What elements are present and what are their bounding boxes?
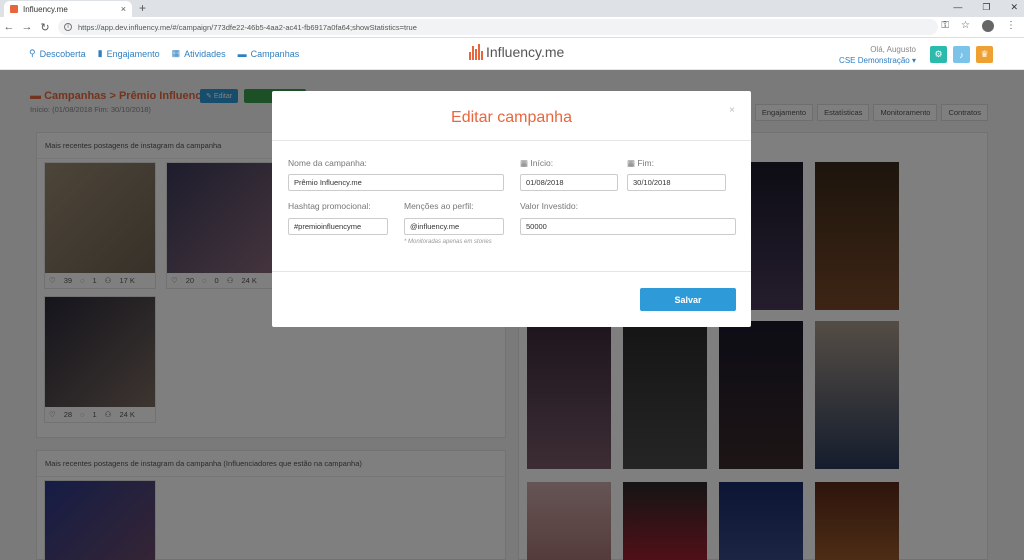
investment-field[interactable]: 50000 <box>520 218 736 235</box>
start-date-label: ▦ Início: <box>520 158 554 168</box>
close-icon[interactable]: × <box>729 105 735 116</box>
mentions-label: Menções ao perfil: <box>404 201 474 211</box>
bell-icon: ♪ <box>959 49 964 60</box>
url-bar[interactable]: i https://app.dev.influency.me/#/campaig… <box>58 19 938 35</box>
gear-icon: ⚙ <box>934 49 943 59</box>
nav-label: Engajamento <box>106 48 160 59</box>
info-icon[interactable]: i <box>64 23 72 31</box>
nav-label: Descoberta <box>39 48 86 59</box>
app-logo[interactable]: Influency.me <box>469 44 564 60</box>
notifications-button[interactable]: ♪ <box>953 46 970 63</box>
back-icon[interactable]: ← <box>0 21 18 33</box>
trophy-button[interactable]: ♛ <box>976 46 993 63</box>
nav-descoberta[interactable]: ⚲ Descoberta <box>29 48 86 59</box>
nav-campanhas[interactable]: ▬ Campanhas <box>238 48 300 59</box>
close-tab-icon[interactable]: × <box>121 4 126 14</box>
trophy-icon: ♛ <box>980 49 989 59</box>
user-info[interactable]: Olá, Augusto CSE Demonstração ▾ <box>839 44 916 66</box>
greeting: Olá, Augusto <box>870 45 916 54</box>
address-row: ← → ↻ i https://app.dev.influency.me/#/c… <box>0 17 1024 38</box>
calendar-icon: ▦ <box>520 158 529 168</box>
hashtag-field[interactable]: #premioinfluencyme <box>288 218 388 235</box>
menu-kebab-icon[interactable]: ⋮ <box>1006 20 1016 32</box>
account-selector[interactable]: CSE Demonstração ▾ <box>839 55 916 66</box>
start-date-field[interactable]: 01/08/2018 <box>520 174 618 191</box>
calendar-icon: ▦ <box>627 158 636 168</box>
folder-icon: ▬ <box>237 48 247 59</box>
main-nav: ⚲ Descoberta ▮ Engajamento ▦ Atividades … <box>29 48 299 59</box>
divider <box>272 271 751 272</box>
browser-tab[interactable]: Influency.me × <box>4 1 132 17</box>
hashtag-label: Hashtag promocional: <box>288 201 371 211</box>
new-tab-button[interactable]: + <box>139 1 146 15</box>
app-header: ⚲ Descoberta ▮ Engajamento ▦ Atividades … <box>0 38 1024 70</box>
end-date-field[interactable]: 30/10/2018 <box>627 174 726 191</box>
favicon-icon <box>10 5 18 13</box>
minimize-icon[interactable]: — <box>953 2 962 13</box>
browser-tab-strip: Influency.me × + — ❐ ✕ <box>0 0 1024 17</box>
save-button[interactable]: Salvar <box>640 288 736 311</box>
nav-engajamento[interactable]: ▮ Engajamento <box>98 48 160 59</box>
key-icon[interactable]: ⚿ <box>941 20 949 32</box>
campaign-name-field[interactable]: Prêmio Influency.me <box>288 174 504 191</box>
logo-mark-icon <box>469 44 483 60</box>
nav-label: Campanhas <box>250 48 300 59</box>
search-icon: ⚲ <box>29 48 36 58</box>
settings-button[interactable]: ⚙ <box>930 46 947 63</box>
investment-label: Valor Investido: <box>520 201 578 211</box>
mentions-field[interactable]: @influency.me <box>404 218 504 235</box>
end-date-label: ▦ Fim: <box>627 158 654 168</box>
campaign-name-label: Nome da campanha: <box>288 158 367 168</box>
forward-icon[interactable]: → <box>18 21 36 33</box>
bar-chart-icon: ▮ <box>97 48 103 58</box>
reload-icon[interactable]: ↻ <box>36 21 54 34</box>
modal-title: Editar campanha <box>451 109 572 126</box>
window-close-icon[interactable]: ✕ <box>1010 2 1018 13</box>
calendar-icon: ▦ <box>171 48 181 58</box>
logo-text: Influency.me <box>486 44 565 60</box>
maximize-icon[interactable]: ❐ <box>982 2 990 13</box>
edit-campaign-modal: Editar campanha × Nome da campanha: Prêm… <box>272 91 751 327</box>
nav-label: Atividades <box>184 48 226 59</box>
mentions-hint: * Monitoradas apenas em stories <box>404 239 492 245</box>
nav-atividades[interactable]: ▦ Atividades <box>172 48 226 59</box>
browser-tab-title: Influency.me <box>23 4 68 14</box>
divider <box>272 140 751 141</box>
url-text: https://app.dev.influency.me/#/campaign/… <box>78 22 417 32</box>
bookmark-star-icon[interactable]: ☆ <box>961 20 970 32</box>
profile-avatar[interactable] <box>982 20 994 32</box>
